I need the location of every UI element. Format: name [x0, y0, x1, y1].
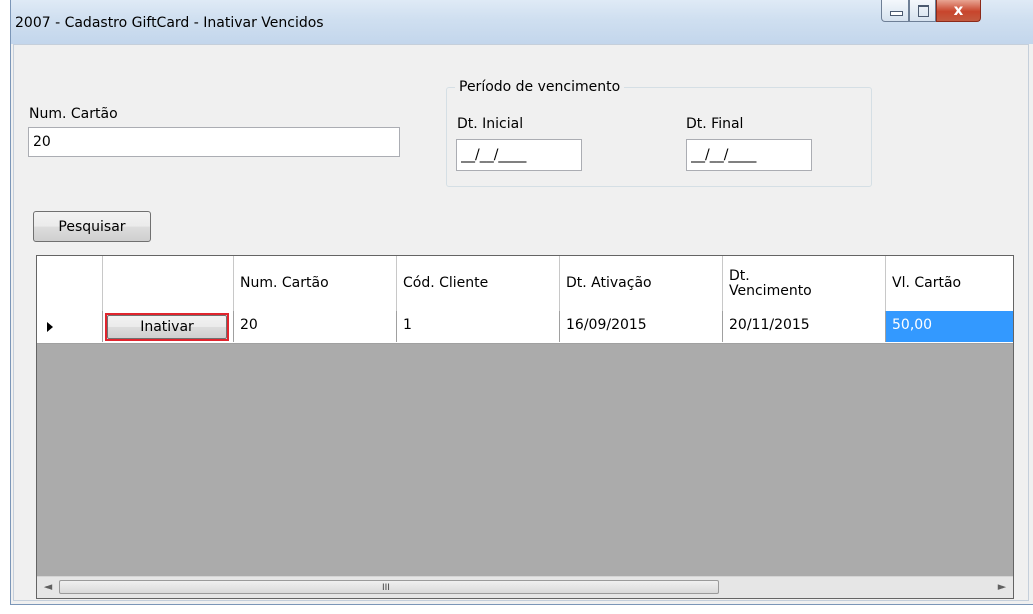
dt-final-label: Dt. Final: [686, 116, 744, 132]
column-header-num-cartao[interactable]: Num. Cartão: [234, 256, 397, 311]
num-cartao-label: Num. Cartão: [29, 106, 118, 122]
cell-dt-vencimento[interactable]: 20/11/2015: [723, 311, 886, 342]
column-header-cod-cliente[interactable]: Cód. Cliente: [397, 256, 560, 311]
row-header[interactable]: [37, 311, 103, 342]
dt-final-input[interactable]: [686, 139, 812, 171]
maximize-button[interactable]: [909, 0, 936, 22]
current-row-arrow-icon: [47, 322, 53, 332]
pesquisar-button[interactable]: Pesquisar: [33, 211, 151, 242]
minimize-button[interactable]: [881, 0, 909, 22]
close-button[interactable]: x: [936, 0, 981, 22]
cell-cod-cliente[interactable]: 1: [397, 311, 560, 342]
cell-dt-ativacao[interactable]: 16/09/2015: [560, 311, 723, 342]
form-client-area: Num. Cartão Período de vencimento Dt. In…: [13, 44, 1029, 601]
cell-vl-cartao[interactable]: 50,00: [886, 311, 1013, 342]
scroll-left-icon[interactable]: ◄: [41, 580, 55, 594]
row-header-corner: [37, 256, 103, 311]
periodo-vencimento-group: Período de vencimento Dt. Inicial Dt. Fi…: [446, 79, 872, 187]
cell-num-cartao[interactable]: 20: [234, 311, 397, 342]
column-header-dt-ativacao[interactable]: Dt. Ativação: [560, 256, 723, 311]
table-row[interactable]: Inativar 20 1 16/09/2015 20/11/2015 50,0…: [37, 311, 1013, 344]
scrollbar-grip-icon: III: [382, 583, 390, 593]
action-cell: Inativar: [103, 311, 234, 342]
maximize-icon: [918, 5, 929, 17]
grid-header: Num. Cartão Cód. Cliente Dt. Ativação Dt…: [37, 256, 1013, 312]
scroll-right-icon[interactable]: ►: [995, 580, 1009, 594]
close-icon: x: [953, 1, 964, 19]
title-bar: 2007 - Cadastro GiftCard - Inativar Venc…: [11, 0, 1033, 44]
minimize-icon: [890, 11, 903, 16]
app-window: 2007 - Cadastro GiftCard - Inativar Venc…: [10, 0, 1033, 605]
column-header-dt-vencimento[interactable]: Dt. Vencimento: [723, 256, 886, 311]
periodo-vencimento-label: Período de vencimento: [455, 79, 625, 95]
scrollbar-thumb[interactable]: III: [59, 580, 719, 594]
window-title: 2007 - Cadastro GiftCard - Inativar Venc…: [15, 15, 324, 31]
dt-inicial-input[interactable]: [456, 139, 582, 171]
num-cartao-input[interactable]: [28, 127, 400, 157]
column-header-vl-cartao[interactable]: Vl. Cartão: [886, 256, 1013, 311]
inativar-highlight: Inativar: [105, 313, 229, 341]
results-grid: Num. Cartão Cód. Cliente Dt. Ativação Dt…: [36, 255, 1014, 599]
inativar-button[interactable]: Inativar: [107, 315, 227, 339]
column-header-action: [103, 256, 234, 311]
horizontal-scrollbar[interactable]: ◄ III ►: [37, 576, 1013, 598]
dt-inicial-label: Dt. Inicial: [457, 116, 524, 132]
